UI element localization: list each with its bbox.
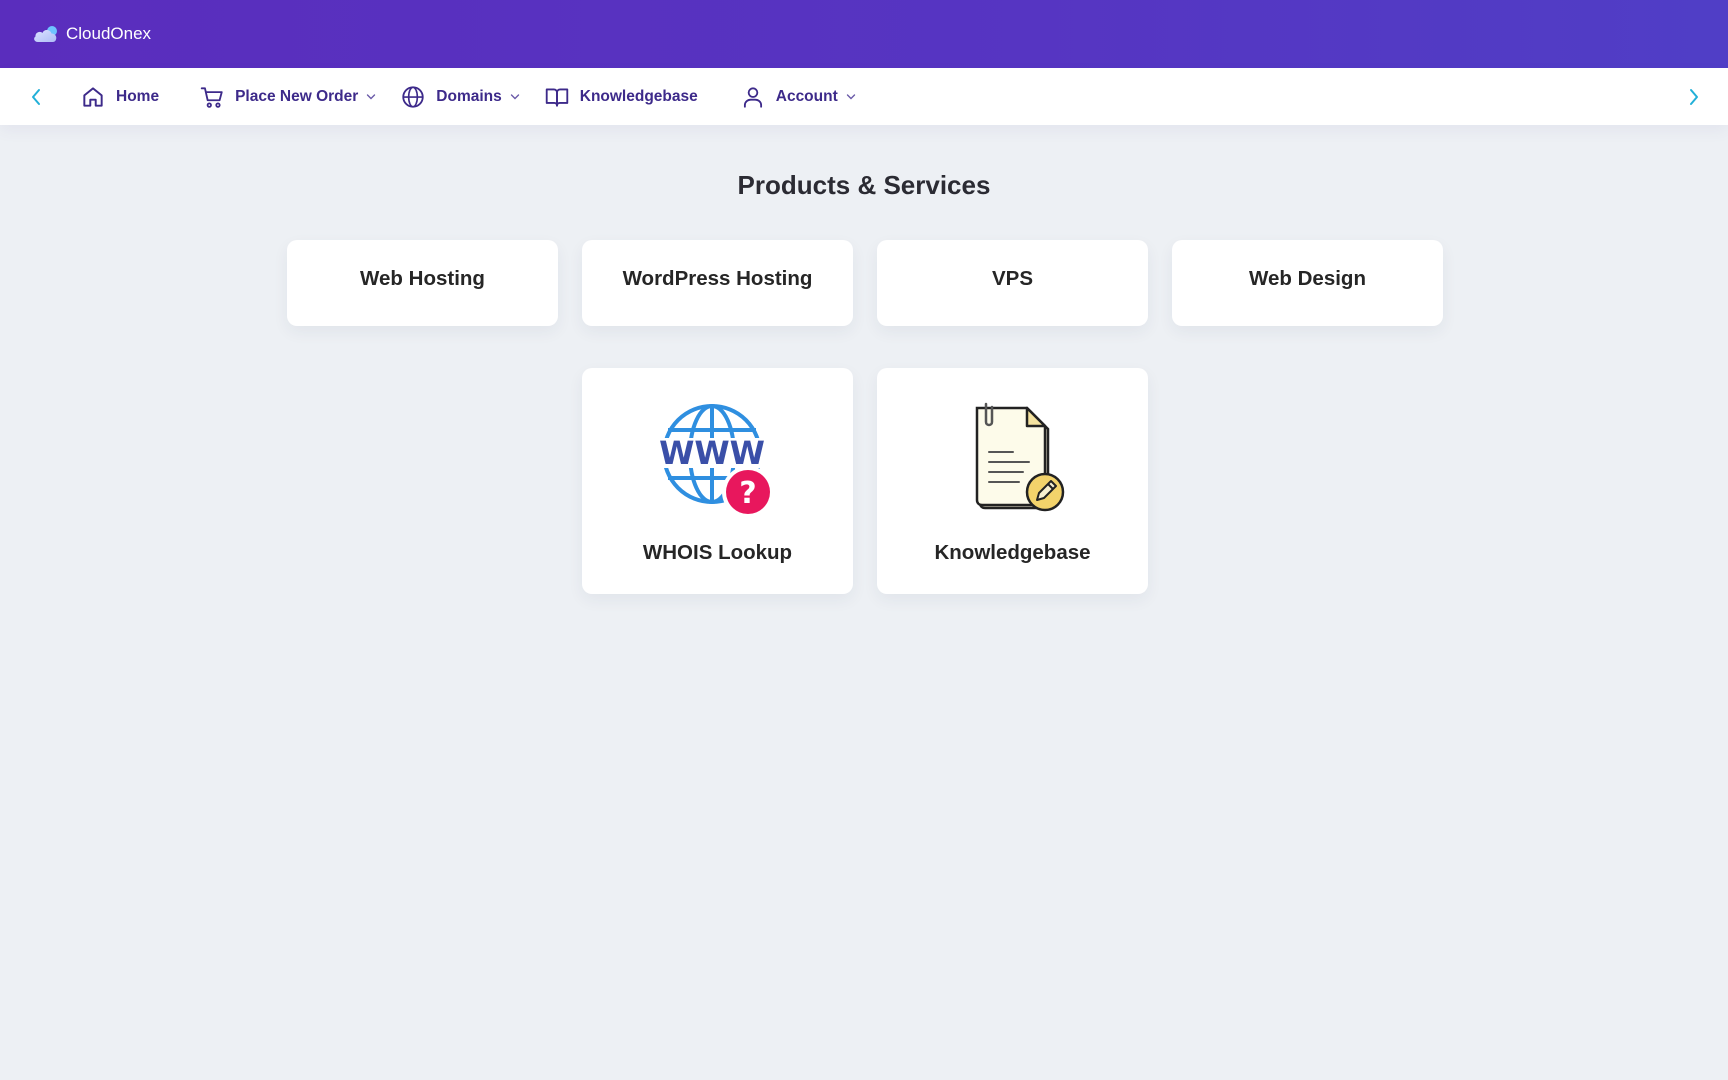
brand-name: CloudOnex bbox=[66, 24, 152, 43]
nav-label-knowledgebase: Knowledgebase bbox=[579, 87, 698, 105]
book-icon bbox=[544, 84, 570, 110]
nav-label-place-new-order: Place New Order bbox=[235, 87, 359, 105]
nav-item-knowledgebase[interactable]: Knowledgebase bbox=[544, 84, 698, 110]
tool-cards: WWW ? WHOIS Lookup Knowledgebase bbox=[582, 368, 1148, 594]
www-question-icon: WWW ? bbox=[659, 400, 776, 521]
tool-card-whois-lookup[interactable]: WWW ? WHOIS Lookup bbox=[582, 368, 853, 594]
card-label: Web Design bbox=[1249, 267, 1366, 290]
nav-item-place-new-order[interactable]: Place New Order bbox=[199, 84, 376, 110]
user-icon bbox=[740, 84, 766, 110]
nav-label-account: Account bbox=[775, 87, 838, 105]
card-label: Web Hosting bbox=[360, 267, 485, 290]
card-label: WHOIS Lookup bbox=[642, 541, 793, 564]
nav-item-account[interactable]: Account bbox=[740, 84, 856, 110]
scroll-left-button[interactable] bbox=[16, 68, 56, 125]
home-icon bbox=[80, 84, 106, 110]
card-label: VPS bbox=[991, 267, 1034, 290]
chevron-left-icon bbox=[32, 88, 40, 105]
category-card-vps[interactable]: VPS bbox=[877, 240, 1148, 326]
main-navbar: Home Place New Order Domains Knowledgeba… bbox=[0, 68, 1728, 125]
scroll-right-button[interactable] bbox=[1674, 68, 1714, 125]
tool-card-knowledgebase[interactable]: Knowledgebase bbox=[877, 368, 1148, 594]
nav-label-home: Home bbox=[116, 87, 160, 105]
category-cards: Web Hosting WordPress Hosting VPS Web De… bbox=[287, 240, 1443, 326]
svg-text:?: ? bbox=[739, 476, 756, 511]
globe-icon bbox=[400, 84, 426, 110]
category-card-web-design[interactable]: Web Design bbox=[1172, 240, 1443, 326]
category-card-web-hosting[interactable]: Web Hosting bbox=[287, 240, 558, 326]
chevron-down-icon bbox=[846, 93, 856, 101]
card-label: Knowledgebase bbox=[934, 541, 1091, 564]
nav-label-domains: Domains bbox=[436, 87, 502, 105]
nav-item-home[interactable]: Home bbox=[80, 84, 159, 110]
chevron-down-icon bbox=[366, 93, 376, 101]
cart-icon bbox=[199, 84, 225, 110]
document-edit-icon bbox=[955, 400, 1071, 521]
chevron-down-icon bbox=[510, 93, 520, 101]
brand-logo[interactable]: CloudOnex bbox=[32, 24, 151, 44]
nav-menu: Home Place New Order Domains Knowledgeba… bbox=[80, 84, 880, 110]
cloud-icon bbox=[32, 24, 60, 44]
category-card-wordpress-hosting[interactable]: WordPress Hosting bbox=[582, 240, 853, 326]
card-label: WordPress Hosting bbox=[622, 267, 813, 290]
chevron-right-icon bbox=[1690, 88, 1698, 105]
top-header: CloudOnex bbox=[0, 0, 1728, 68]
page-title: Products & Services bbox=[737, 170, 991, 200]
nav-item-domains[interactable]: Domains bbox=[400, 84, 519, 110]
